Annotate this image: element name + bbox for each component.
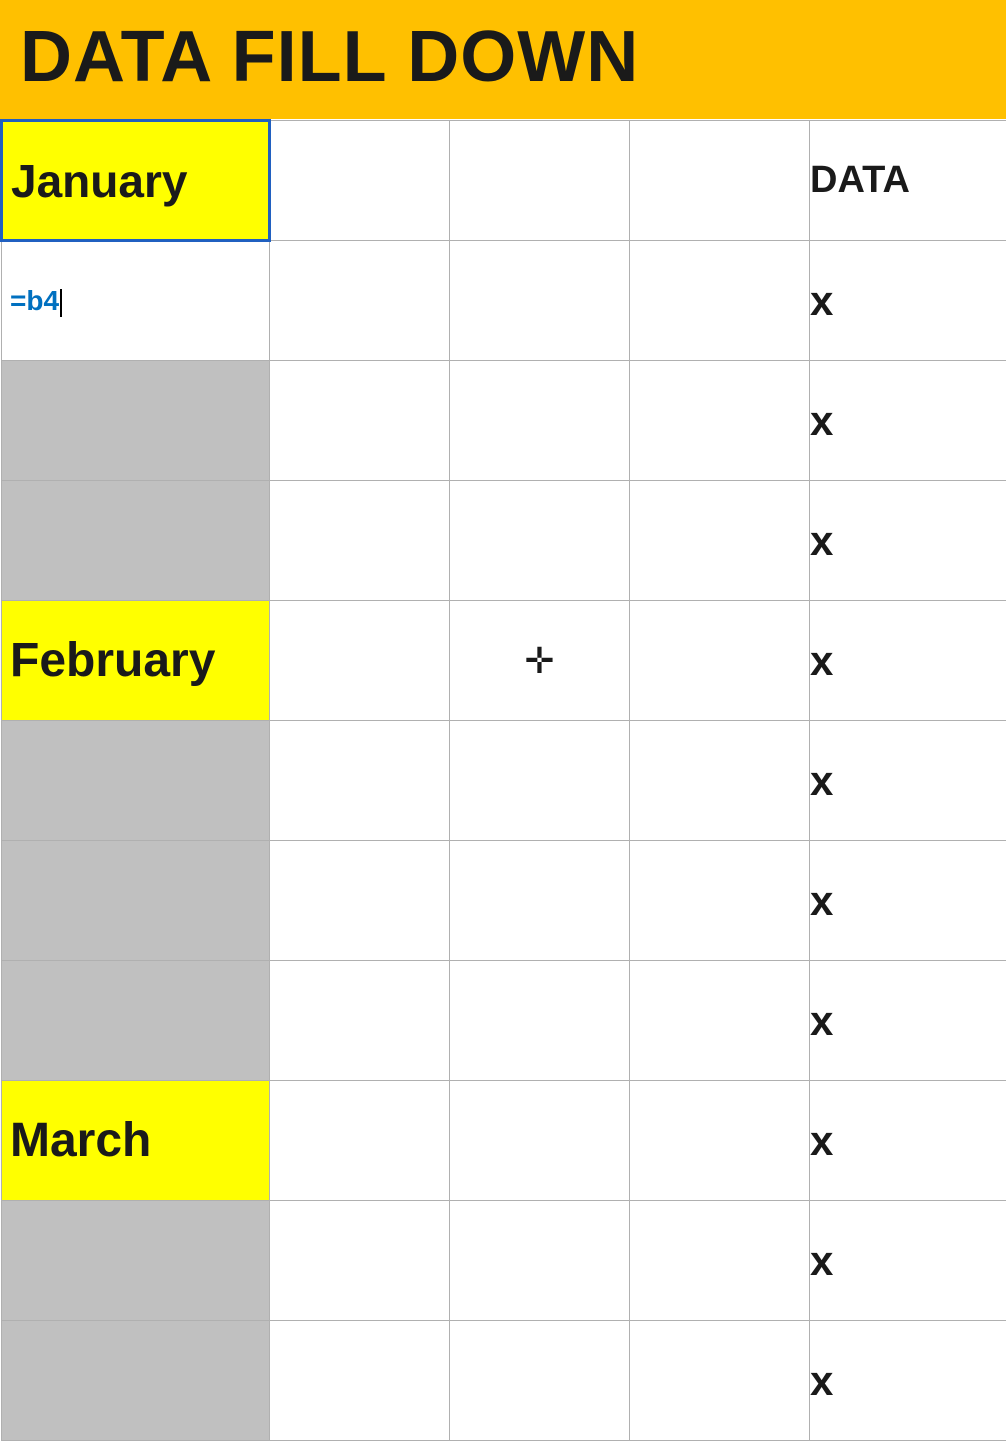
x-marker: x xyxy=(810,517,833,564)
cell-d7 xyxy=(630,841,810,961)
cell-c1 xyxy=(450,121,630,241)
cell-x-e4: x xyxy=(810,481,1006,601)
table-row: x xyxy=(2,361,1006,481)
cell-d9 xyxy=(630,1081,810,1201)
x-marker: x xyxy=(810,277,833,324)
cell-d5 xyxy=(630,601,810,721)
table-row: =b4 x xyxy=(2,241,1006,361)
cell-c6 xyxy=(450,721,630,841)
cell-c11 xyxy=(450,1321,630,1441)
cell-gray-a10 xyxy=(2,1201,270,1321)
cell-b11 xyxy=(270,1321,450,1441)
cell-b3 xyxy=(270,361,450,481)
cell-x-e5: x xyxy=(810,601,1006,721)
cell-b7 xyxy=(270,841,450,961)
table-row: x xyxy=(2,841,1006,961)
cell-x-e3: x xyxy=(810,361,1006,481)
cell-january[interactable]: January xyxy=(2,121,270,241)
cell-c4 xyxy=(450,481,630,601)
cell-d4 xyxy=(630,481,810,601)
cell-x-e10: x xyxy=(810,1201,1006,1321)
cell-x-e9: x xyxy=(810,1081,1006,1201)
cell-gray-a8 xyxy=(2,961,270,1081)
cell-february[interactable]: February xyxy=(2,601,270,721)
cell-b1 xyxy=(270,121,450,241)
cell-d1 xyxy=(630,121,810,241)
cell-b9 xyxy=(270,1081,450,1201)
cell-d10 xyxy=(630,1201,810,1321)
x-marker: x xyxy=(810,1237,833,1284)
table-row: January DATA xyxy=(2,121,1006,241)
cell-d3 xyxy=(630,361,810,481)
cell-x-e7: x xyxy=(810,841,1006,961)
table-row: March x xyxy=(2,1081,1006,1201)
february-label: February xyxy=(2,634,215,687)
cell-b4 xyxy=(270,481,450,601)
move-cursor-icon: ✛ xyxy=(524,640,554,682)
spreadsheet: DATA FILL DOWN January DATA xyxy=(0,0,1006,1441)
cell-c10 xyxy=(450,1201,630,1321)
x-marker: x xyxy=(810,1117,833,1164)
cell-gray-a6 xyxy=(2,721,270,841)
x-marker: x xyxy=(810,637,833,684)
cell-c7 xyxy=(450,841,630,961)
cell-b10 xyxy=(270,1201,450,1321)
cell-b2 xyxy=(270,241,450,361)
cell-c2 xyxy=(450,241,630,361)
table-row: x xyxy=(2,1321,1006,1441)
data-header-label: DATA xyxy=(810,159,910,201)
cell-c5: ✛ xyxy=(450,601,630,721)
cell-march[interactable]: March xyxy=(2,1081,270,1201)
x-marker: x xyxy=(810,757,833,804)
cell-c9 xyxy=(450,1081,630,1201)
cell-c8 xyxy=(450,961,630,1081)
formula-text: =b4 xyxy=(2,285,62,316)
january-label: January xyxy=(3,155,187,207)
x-marker: x xyxy=(810,397,833,444)
table-row: February ✛ x xyxy=(2,601,1006,721)
table-row: x xyxy=(2,1201,1006,1321)
cell-b6 xyxy=(270,721,450,841)
cell-gray-a4 xyxy=(2,481,270,601)
cell-d2 xyxy=(630,241,810,361)
cell-data-header: DATA xyxy=(810,121,1006,241)
cell-x-e11: x xyxy=(810,1321,1006,1441)
cell-gray-a3 xyxy=(2,361,270,481)
cell-x-e8: x xyxy=(810,961,1006,1081)
cell-c3 xyxy=(450,361,630,481)
march-label: March xyxy=(2,1114,151,1167)
x-marker: x xyxy=(810,877,833,924)
cell-gray-a11 xyxy=(2,1321,270,1441)
cell-formula-a2[interactable]: =b4 xyxy=(2,241,270,361)
table-row: x xyxy=(2,961,1006,1081)
cell-d6 xyxy=(630,721,810,841)
page-title: DATA FILL DOWN xyxy=(20,17,639,97)
cell-d8 xyxy=(630,961,810,1081)
cell-x-e6: x xyxy=(810,721,1006,841)
table-row: x xyxy=(2,721,1006,841)
title-banner: DATA FILL DOWN xyxy=(0,0,1006,119)
table-row: x xyxy=(2,481,1006,601)
x-marker: x xyxy=(810,997,833,1044)
cell-x-e2: x xyxy=(810,241,1006,361)
cell-d11 xyxy=(630,1321,810,1441)
spreadsheet-grid: January DATA =b4 x xyxy=(0,119,1006,1441)
cell-gray-a7 xyxy=(2,841,270,961)
cell-b5 xyxy=(270,601,450,721)
x-marker: x xyxy=(810,1357,833,1404)
cell-b8 xyxy=(270,961,450,1081)
